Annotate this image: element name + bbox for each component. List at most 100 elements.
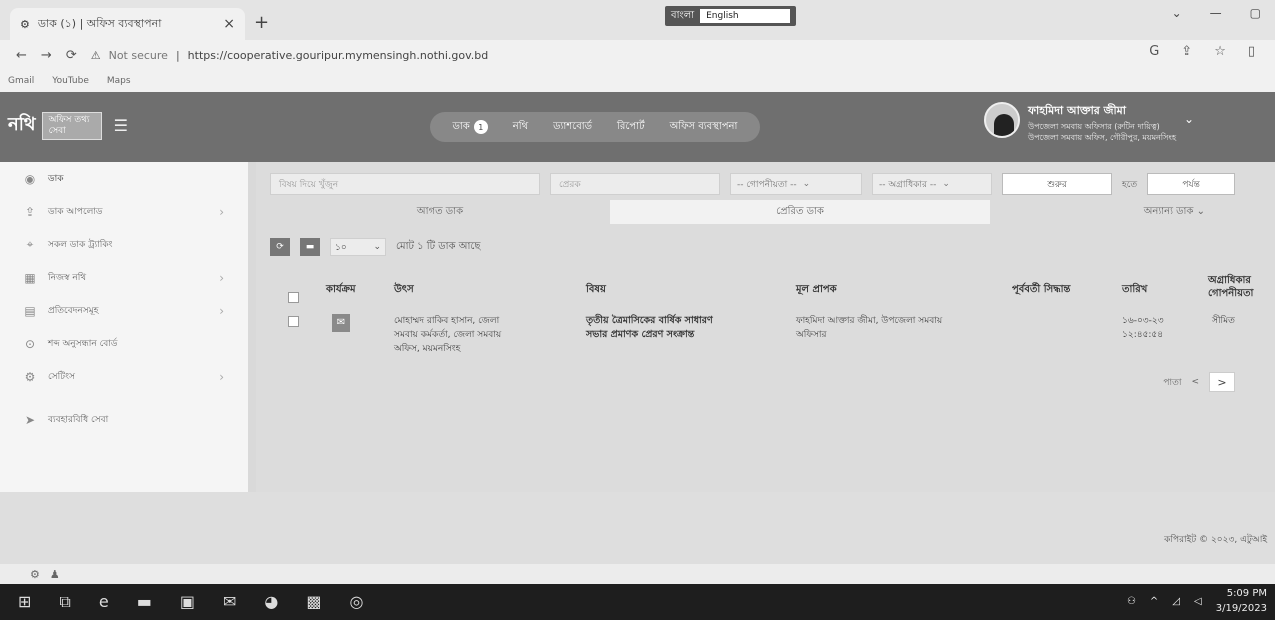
tab-close-button[interactable]: × [223, 16, 235, 32]
select-all-checkbox[interactable] [288, 292, 299, 303]
sidebar-item-dak-upload[interactable]: ⇪ ডাক আপলোড › [0, 195, 248, 228]
sidebar-item-label: প্রতিবেদনসমূহ [48, 306, 99, 316]
priority-value: -- অগ্রাধিকার -- [879, 179, 937, 190]
hamburger-menu-icon[interactable]: ☰ [114, 116, 128, 135]
system-tray: ⚇ ^ ◿ ◁ 5:09 PM 3/19/2023 [1127, 586, 1267, 616]
sidebar-item-label: শব্দ অনুসন্ধান বোর্ড [48, 339, 118, 349]
header-priority-line2: গোপনীয়তা [1208, 288, 1254, 299]
share-icon[interactable]: ⇪ [1181, 44, 1192, 59]
star-icon[interactable]: ☆ [1214, 44, 1226, 59]
page-size-select[interactable]: ১০ ⌄ [330, 238, 386, 256]
chevron-down-icon[interactable]: ⌄ [1184, 112, 1194, 143]
browser-status-bar: ⚙ ♟ [0, 564, 1275, 584]
module-report[interactable]: রিপোর্ট [617, 119, 645, 136]
module-nothi[interactable]: নথি [513, 119, 528, 136]
module-dak-label: ডাক [452, 120, 470, 132]
bookmark-gmail[interactable]: Gmail [8, 76, 34, 86]
table-row[interactable]: ✉ মোহাম্মদ রাকিব হাসান, জেলা সমবায় কর্ম… [270, 308, 1275, 366]
windows-start-icon[interactable]: ⊞ [18, 592, 31, 612]
header-previous-decision: পূর্ববর্তী সিদ্ধান্ত [1012, 284, 1071, 295]
forward-icon[interactable]: → [41, 48, 52, 63]
new-tab-button[interactable]: + [254, 12, 269, 33]
sidebar-item-tracking[interactable]: ⌖ সকল ডাক ট্র্যাকিং [0, 228, 248, 261]
confidentiality-select[interactable]: -- গোপনীয়তা -- ⌄ [730, 173, 862, 195]
window-controls: ⌄ — ▢ [1172, 6, 1261, 20]
sidebar-item-own-nothi[interactable]: ▦ নিজস্ব নথি › [0, 261, 248, 294]
sender-input[interactable]: প্রেরক [550, 173, 720, 195]
mail-icon[interactable]: ✉ [223, 592, 236, 612]
sidebar-item-reports[interactable]: ▤ প্রতিবেদনসমূহ › [0, 294, 248, 327]
avatar[interactable] [984, 102, 1020, 138]
sidebar-item-help[interactable]: ➤ ব্যবহারবিধি সেবা [0, 403, 248, 436]
browser-action-icons: G ⇪ ☆ ▯ [1149, 44, 1255, 59]
ime-toolbar[interactable]: বাংলা English [665, 6, 797, 26]
logo-text: নথি [8, 114, 36, 135]
refresh-icon[interactable]: ⟳ [270, 238, 290, 256]
people-icon[interactable]: ⚇ [1127, 596, 1136, 607]
pager-prev-button[interactable]: < [1191, 377, 1199, 387]
browser-tab[interactable]: ⚙ ডাক (১) | অফিস ব্যবস্থাপনা × [10, 8, 245, 40]
reload-icon[interactable]: ⟳ [66, 48, 77, 63]
url-field[interactable]: ⚠ Not secure | https://cooperative.gouri… [91, 49, 489, 62]
store-icon[interactable]: ▣ [180, 592, 195, 612]
from-date-input[interactable]: শুরুর [1002, 173, 1112, 195]
edge-icon[interactable]: e [99, 592, 109, 612]
chrome-icon[interactable]: ◎ [349, 592, 363, 612]
chevron-down-icon[interactable]: ⌄ [1172, 6, 1182, 20]
bookmark-youtube[interactable]: YouTube [52, 76, 89, 86]
chevron-right-icon: › [219, 369, 224, 384]
tab-incoming[interactable]: আগত ডাক [270, 200, 610, 224]
sidebar-item-dak[interactable]: ◉ ডাক [0, 162, 248, 195]
module-office-management[interactable]: অফিস ব্যবস্থাপনা [670, 119, 738, 136]
chevron-right-icon: › [219, 270, 224, 285]
tab-sent[interactable]: প্রেরিত ডাক [610, 200, 990, 224]
confidentiality-value: -- গোপনীয়তা -- [737, 179, 797, 190]
volume-icon[interactable]: ◁ [1194, 596, 1202, 607]
row-subject[interactable]: তৃতীয় ত্রৈমাসিকের বার্ষিক সাধারণ সভার প… [586, 314, 786, 342]
sidepanel-icon[interactable]: ▯ [1248, 44, 1255, 59]
tracking-icon: ⌖ [26, 237, 34, 251]
app-header: নথি অফিস তথ্য সেবা ☰ ডাক 1 নথি ড্যাশবোর্… [0, 92, 1275, 162]
file-explorer-icon[interactable]: ▬ [137, 592, 152, 612]
header-date: তারিখ [1122, 284, 1148, 295]
pager-next-button[interactable]: > [1209, 372, 1235, 392]
subject-search-input[interactable]: বিষয় দিয়ে খুঁজুন [270, 173, 540, 195]
row-checkbox[interactable] [288, 316, 299, 327]
firefox-icon[interactable]: ◕ [264, 592, 278, 612]
settings-icon: ⚙ [24, 369, 36, 384]
logo-box: অফিস তথ্য সেবা [41, 111, 102, 140]
a2i-icon: ♟ [49, 567, 60, 581]
task-view-icon[interactable]: ⧉ [59, 592, 70, 612]
row-action-button[interactable]: ✉ [332, 314, 350, 332]
minimize-icon[interactable]: — [1210, 6, 1222, 20]
ime-language-select[interactable]: English [700, 9, 791, 23]
app-icon[interactable]: ▩ [306, 592, 321, 612]
tab-title: ডাক (১) | অফিস ব্যবস্থাপনা [37, 16, 162, 30]
maximize-icon[interactable]: ▢ [1250, 6, 1261, 20]
tab-favicon-icon: ⚙ [20, 17, 30, 31]
to-date-input[interactable]: পর্যন্ত [1147, 173, 1236, 195]
bookmarks-bar: Gmail YouTube Maps [0, 70, 1275, 92]
user-profile[interactable]: ফাহমিদা আক্তার জীমা উপজেলা সমবায় অফিসার… [984, 102, 1194, 143]
browser-tabstrip: ⚙ ডাক (১) | অফিস ব্যবস্থাপনা × + বাংলা E… [0, 0, 1275, 40]
folder-icon[interactable]: ▬ [300, 238, 320, 256]
tab-other[interactable]: অন্যান্য ডাক ⌄ [1144, 204, 1205, 221]
settings-icon[interactable]: ⚙ [30, 568, 40, 581]
header-subject: বিষয় [586, 284, 606, 295]
priority-select[interactable]: -- অগ্রাধিকার -- ⌄ [872, 173, 992, 195]
main-content: বিষয় দিয়ে খুঁজুন প্রেরক -- গোপনীয়তা -… [256, 162, 1275, 492]
row-source: মোহাম্মদ রাকিব হাসান, জেলা সমবায় কর্মকর… [394, 316, 502, 354]
module-dashboard[interactable]: ড্যাশবোর্ড [553, 119, 592, 136]
chevron-down-icon: ⌄ [942, 179, 950, 189]
module-dak[interactable]: ডাক 1 [453, 119, 488, 136]
google-icon[interactable]: G [1149, 44, 1159, 59]
app-logo[interactable]: নথি অফিস তথ্য সেবা ☰ [8, 110, 128, 141]
chevron-up-icon[interactable]: ^ [1150, 596, 1158, 607]
sidebar-item-search-board[interactable]: ⊙ শব্দ অনুসন্ধান বোর্ড [0, 327, 248, 360]
network-icon[interactable]: ◿ [1172, 596, 1180, 607]
back-icon[interactable]: ← [16, 48, 27, 63]
sidebar-item-settings[interactable]: ⚙ সেটিংস › [0, 360, 248, 393]
header-priority-line1: অগ্রাধিকার [1208, 275, 1251, 286]
bookmark-maps[interactable]: Maps [107, 76, 131, 86]
clock[interactable]: 5:09 PM 3/19/2023 [1216, 586, 1267, 616]
